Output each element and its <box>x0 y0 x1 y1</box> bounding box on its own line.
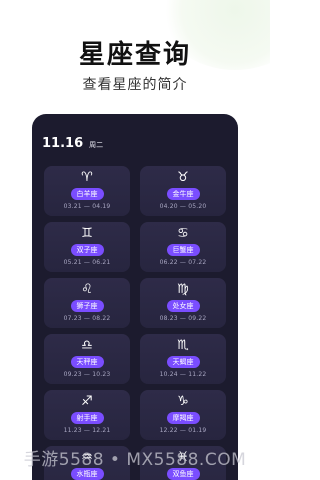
zodiac-card-sagittarius[interactable]: ♐ 射手座 11.23 — 12.21 <box>44 390 130 440</box>
zodiac-card-cancer[interactable]: ♋ 巨蟹座 06.22 — 07.22 <box>140 222 226 272</box>
zodiac-date-range: 05.21 — 06.21 <box>63 259 111 266</box>
zodiac-date-range: 06.22 — 07.22 <box>159 259 207 266</box>
cancer-icon: ♋ <box>177 226 189 241</box>
weekday-label: 周二 <box>89 141 104 149</box>
zodiac-card-leo[interactable]: ♌ 狮子座 07.23 — 08.22 <box>44 278 130 328</box>
zodiac-grid: ♈ 白羊座 03.21 — 04.19 ♉ 金牛座 04.20 — 05.20 … <box>44 166 226 480</box>
page-subtitle: 查看星座的简介 <box>82 77 188 93</box>
zodiac-date-range: 08.23 — 09.22 <box>159 315 207 322</box>
scorpio-icon: ♏ <box>177 338 189 353</box>
zodiac-name: 天蝎座 <box>166 356 200 368</box>
page-title: 星座查询 <box>78 40 191 70</box>
zodiac-card-taurus[interactable]: ♉ 金牛座 04.20 — 05.20 <box>140 166 226 216</box>
zodiac-name: 白羊座 <box>70 188 104 200</box>
zodiac-name: 摩羯座 <box>166 412 200 424</box>
zodiac-name: 双子座 <box>70 244 104 256</box>
libra-icon: ♎ <box>81 338 93 353</box>
capricorn-icon: ♑ <box>177 394 189 409</box>
zodiac-card-aries[interactable]: ♈ 白羊座 03.21 — 04.19 <box>44 166 130 216</box>
zodiac-date-range: 04.20 — 05.20 <box>159 203 207 210</box>
zodiac-date-range: 09.23 — 10.23 <box>63 371 111 378</box>
zodiac-name: 处女座 <box>166 300 200 312</box>
zodiac-name: 射手座 <box>70 412 104 424</box>
zodiac-date-range: 10.24 — 11.22 <box>159 371 207 378</box>
taurus-icon: ♉ <box>177 170 189 185</box>
zodiac-card-capricorn[interactable]: ♑ 摩羯座 12.22 — 01.19 <box>140 390 226 440</box>
zodiac-card-virgo[interactable]: ♍ 处女座 08.23 — 09.22 <box>140 278 226 328</box>
zodiac-name: 巨蟹座 <box>166 244 200 256</box>
date-label: 11.16 <box>42 136 84 151</box>
sagittarius-icon: ♐ <box>81 394 93 409</box>
watermark: 手游5588 • MX5588.COM <box>23 450 247 470</box>
aries-icon: ♈ <box>81 170 93 185</box>
zodiac-name: 天秤座 <box>70 356 104 368</box>
zodiac-name: 狮子座 <box>70 300 104 312</box>
zodiac-date-range: 07.23 — 08.22 <box>63 315 111 322</box>
zodiac-card-scorpio[interactable]: ♏ 天蝎座 10.24 — 11.22 <box>140 334 226 384</box>
zodiac-date-range: 12.22 — 01.19 <box>159 427 207 434</box>
virgo-icon: ♍ <box>177 282 189 297</box>
leo-icon: ♌ <box>81 282 93 297</box>
phone-mockup: 11.16 周二 ♈ 白羊座 03.21 — 04.19 ♉ 金牛座 04.20… <box>32 114 238 480</box>
zodiac-card-gemini[interactable]: ♊ 双子座 05.21 — 06.21 <box>44 222 130 272</box>
zodiac-name: 金牛座 <box>166 188 200 200</box>
date-row: 11.16 周二 <box>42 136 103 151</box>
zodiac-date-range: 03.21 — 04.19 <box>63 203 111 210</box>
zodiac-card-libra[interactable]: ♎ 天秤座 09.23 — 10.23 <box>44 334 130 384</box>
zodiac-date-range: 11.23 — 12.21 <box>63 427 111 434</box>
gemini-icon: ♊ <box>81 226 93 241</box>
screen: 星座查询 查看星座的简介 11.16 周二 ♈ 白羊座 03.21 — 04.1… <box>0 0 270 480</box>
